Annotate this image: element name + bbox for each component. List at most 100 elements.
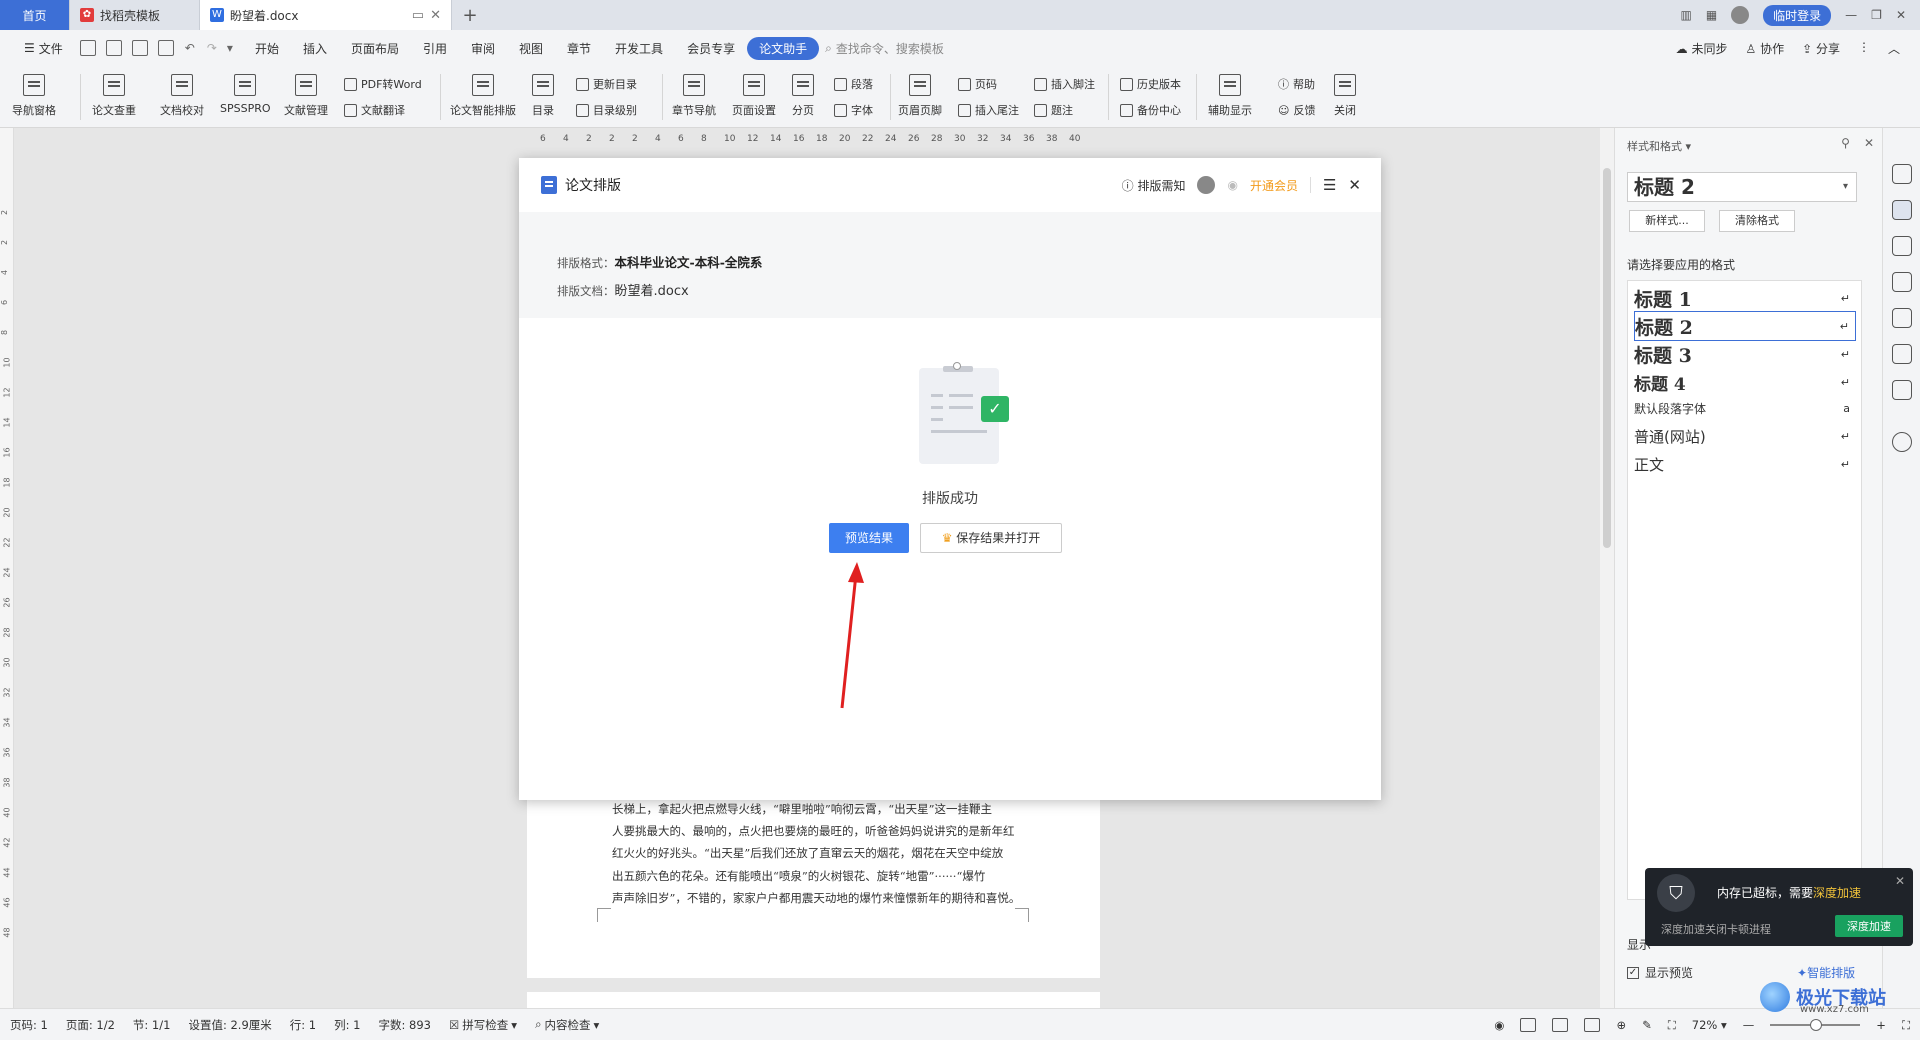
menu-icon[interactable]: ☰ <box>1323 176 1336 194</box>
translate-icon[interactable] <box>1892 344 1912 364</box>
settings-sliders-icon[interactable] <box>1892 272 1912 292</box>
style-item-heading-1[interactable]: 标题 1 ↵ <box>1634 283 1856 313</box>
nav-pane-button[interactable]: 导航窗格 <box>12 74 56 118</box>
menu-view[interactable]: 视图 <box>507 40 555 57</box>
toc-button[interactable]: 目录 <box>532 74 554 118</box>
style-item-default-font[interactable]: 默认段落字体 a <box>1634 393 1856 423</box>
close-tab-icon[interactable]: ✕ <box>430 8 441 23</box>
more-icon[interactable]: ⋮ <box>1858 40 1870 57</box>
avatar[interactable] <box>1197 176 1216 194</box>
fit-page-icon[interactable]: ⛶ <box>1668 1018 1676 1033</box>
tab-template[interactable]: ✿ 找稻壳模板 <box>70 0 200 30</box>
clear-format-button[interactable]: 清除格式 <box>1719 210 1795 232</box>
feedback-button[interactable]: ☺ 反馈 <box>1278 102 1315 118</box>
status-word-count[interactable]: 字数: 893 <box>379 1017 431 1033</box>
close-panel-icon[interactable]: ✕ <box>1864 136 1874 150</box>
menu-page-layout[interactable]: 页面布局 <box>339 40 411 57</box>
deep-accelerate-button[interactable]: 深度加速 <box>1835 915 1903 937</box>
export-icon[interactable] <box>105 40 122 56</box>
spell-check-button[interactable]: ☒ 拼写检查 ▾ <box>449 1017 517 1033</box>
quick-access-dropdown-icon[interactable]: ▾ <box>227 41 233 55</box>
collaborate-button[interactable]: ♙ 协作 <box>1745 40 1784 57</box>
eye-icon[interactable]: ◉ <box>1494 1018 1504 1032</box>
current-style-select[interactable]: 标题 2 ▾ <box>1627 172 1857 202</box>
font-button[interactable]: 字体 <box>834 102 873 118</box>
paragraph-button[interactable]: 段落 <box>834 76 873 92</box>
layout-icon[interactable]: ▥ <box>1680 8 1691 22</box>
full-screen-icon[interactable]: ⛶ <box>1902 1018 1910 1033</box>
menu-insert[interactable]: 插入 <box>291 40 339 57</box>
zoom-in-button[interactable]: + <box>1876 1018 1886 1032</box>
web-view-icon[interactable]: ⊕ <box>1616 1018 1626 1032</box>
collapse-ribbon-icon[interactable]: ︿ <box>1888 40 1900 57</box>
vertical-scrollbar[interactable] <box>1600 128 1614 1008</box>
help-button[interactable]: ⓘ 帮助 <box>1278 76 1315 92</box>
save-icon[interactable] <box>79 40 96 56</box>
image-icon[interactable] <box>1892 308 1912 328</box>
save-and-open-button[interactable]: ♛ 保存结果并打开 <box>920 523 1062 553</box>
file-menu[interactable]: ☰ 文件 <box>12 40 75 57</box>
document-body[interactable]: 长梯上，拿起火把点燃导火线，“噼里啪啦”响彻云霄，“出天星”这一挂鞭主 人要挑最… <box>612 798 1022 909</box>
status-pages[interactable]: 页面: 1/2 <box>66 1017 115 1033</box>
close-dialog-icon[interactable]: ✕ <box>1348 176 1361 194</box>
reading-view-icon[interactable] <box>1584 1018 1601 1032</box>
properties-icon[interactable] <box>1892 164 1912 184</box>
style-brush-icon[interactable] <box>1892 200 1912 220</box>
header-footer-button[interactable]: 页眉页脚 <box>898 74 942 118</box>
pin-icon[interactable]: ⚲ <box>1841 136 1850 150</box>
update-toc-button[interactable]: 更新目录 <box>576 76 637 92</box>
menu-dev-tools[interactable]: 开发工具 <box>603 40 675 57</box>
print-icon[interactable] <box>131 40 148 56</box>
status-setting[interactable]: 设置值: 2.9厘米 <box>188 1017 271 1033</box>
command-search[interactable]: ⌕ 查找命令、搜索模板 <box>825 40 944 57</box>
proofread-button[interactable]: 文档校对 <box>160 74 204 118</box>
new-tab-button[interactable]: + <box>452 0 488 30</box>
style-item-body[interactable]: 正文 ↵ <box>1634 449 1856 479</box>
minimize-icon[interactable]: — <box>1845 8 1857 22</box>
menu-member[interactable]: 会员专享 <box>675 40 747 57</box>
section-break-button[interactable]: 分页 <box>792 74 814 118</box>
page-number-button[interactable]: 页码 <box>958 76 997 92</box>
menu-thesis-assistant[interactable]: 论文助手 <box>747 36 820 60</box>
footnote-button[interactable]: 插入脚注 <box>1034 76 1095 92</box>
share-button[interactable]: ⇪ 分享 <box>1802 40 1840 57</box>
redo-icon[interactable]: ↷ <box>207 41 217 55</box>
restore-icon[interactable]: ❐ <box>1871 8 1882 22</box>
grid-icon[interactable]: ▦ <box>1706 8 1717 22</box>
close-window-icon[interactable]: ✕ <box>1896 8 1906 22</box>
thesis-check-button[interactable]: 论文查重 <box>92 74 136 118</box>
page-view-icon[interactable] <box>1520 1018 1537 1032</box>
chapter-nav-button[interactable]: 章节导航 <box>672 74 716 118</box>
preview-result-button[interactable]: 预览结果 <box>829 523 909 553</box>
zoom-level[interactable]: 72% ▾ <box>1692 1018 1727 1032</box>
caption-button[interactable]: 题注 <box>1034 102 1073 118</box>
outline-view-icon[interactable] <box>1552 1018 1569 1032</box>
page-setup-button[interactable]: 页面设置 <box>732 74 776 118</box>
smart-format-link[interactable]: ✦智能排版 <box>1797 964 1855 981</box>
sync-status[interactable]: ☁ 未同步 <box>1676 40 1728 57</box>
temp-login-button[interactable]: 临时登录 <box>1763 4 1832 26</box>
spsspro-button[interactable]: SPSSPRO <box>220 74 271 115</box>
show-preview-toggle[interactable]: ✓ 显示预览 <box>1627 964 1693 981</box>
avatar[interactable] <box>1731 6 1750 24</box>
zoom-slider[interactable] <box>1770 1019 1861 1031</box>
pen-icon[interactable]: ✎ <box>1642 1018 1652 1032</box>
toc-level-button[interactable]: 目录级别 <box>576 102 637 118</box>
undo-icon[interactable]: ↶ <box>185 41 195 55</box>
menu-chapter[interactable]: 章节 <box>555 40 603 57</box>
menu-reference[interactable]: 引用 <box>411 40 459 57</box>
smart-format-button[interactable]: 论文智能排版 <box>450 74 516 118</box>
history-button[interactable]: 历史版本 <box>1120 76 1181 92</box>
style-item-heading-3[interactable]: 标题 3 ↵ <box>1634 339 1856 369</box>
tab-pin-icon[interactable]: ▭ <box>412 8 424 23</box>
style-item-web-normal[interactable]: 普通(网站) ↵ <box>1634 421 1856 451</box>
ref-manager-button[interactable]: 文献管理 <box>284 74 328 118</box>
status-section[interactable]: 节: 1/1 <box>133 1017 171 1033</box>
close-toast-icon[interactable]: ✕ <box>1895 874 1905 888</box>
content-check-button[interactable]: ⌕ 内容检查 ▾ <box>535 1017 599 1033</box>
endnote-button[interactable]: 插入尾注 <box>958 102 1019 118</box>
style-item-heading-2[interactable]: 标题 2 ↵ <box>1634 311 1856 341</box>
zoom-out-button[interactable]: — <box>1743 1018 1755 1032</box>
aux-display-button[interactable]: 辅助显示 <box>1208 74 1252 118</box>
scroll-thumb[interactable] <box>1603 168 1611 548</box>
